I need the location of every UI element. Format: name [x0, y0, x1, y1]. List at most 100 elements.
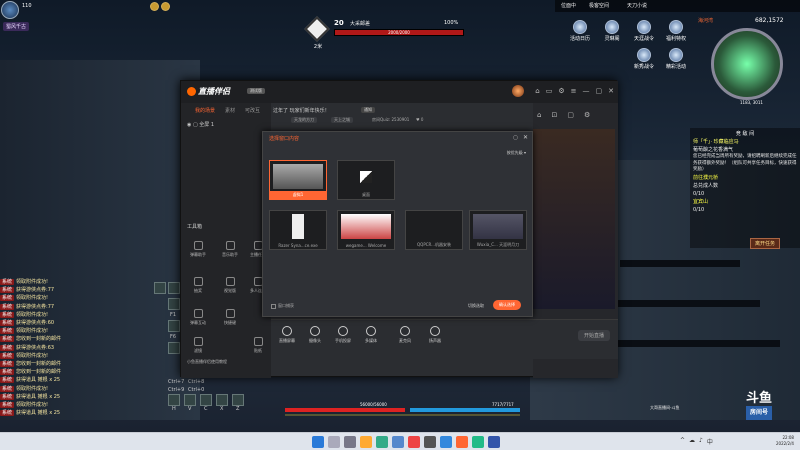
buff-icon[interactable]: [150, 2, 159, 11]
player-frame[interactable]: 110 蜀风千古: [0, 0, 60, 34]
source-media[interactable]: 多媒体: [357, 326, 385, 344]
tool-filter[interactable]: 滤镜: [185, 337, 211, 354]
top-tab-0[interactable]: 位面中: [561, 2, 576, 9]
tool-interact[interactable]: 弹幕互动: [185, 309, 211, 326]
tray-expand-icon[interactable]: ^: [680, 437, 685, 446]
chat-log[interactable]: 系统 领取附件成功! 系统 获得游侠点券:77 系统 领取附件成功! 系统 获得游侠点券:77…: [0, 278, 160, 417]
skill-slot[interactable]: [232, 394, 244, 406]
preview-area[interactable]: [533, 129, 615, 309]
window-option[interactable]: wegame... Welcome: [337, 210, 395, 250]
minimize-icon[interactable]: —: [583, 87, 590, 95]
sort-select[interactable]: 按优先级 ▾: [507, 150, 526, 156]
task-view-icon[interactable]: [344, 436, 356, 448]
title-pill[interactable]: 天龙的方刀: [291, 117, 317, 123]
quest-tracker[interactable]: 竞 敌 间 师「千」· 珍藏临应马 葡萄酿之花香满气 您已经完成当周所有奖励，请…: [690, 128, 800, 248]
capture-checkbox[interactable]: 窗口捕获: [271, 303, 294, 309]
top-tab-1[interactable]: 极客空间: [589, 2, 609, 9]
window-option[interactable]: Razer Syna...ce.exe: [269, 210, 327, 250]
home-icon[interactable]: ⌂: [537, 111, 541, 119]
boss-name: 大采邮差: [350, 21, 371, 27]
money-value: 682,1572: [755, 17, 784, 24]
leave-quest-button[interactable]: 离开任务: [750, 238, 781, 249]
cloud-icon[interactable]: ☁: [689, 437, 695, 446]
skill-slot[interactable]: [168, 394, 180, 406]
player-avatar[interactable]: [1, 1, 19, 19]
boss-hp-bar: 2000/2000: [334, 29, 464, 36]
skill-slot[interactable]: [216, 394, 228, 406]
maximize-icon[interactable]: ▢: [596, 87, 603, 95]
source-screen[interactable]: 直播屏幕: [273, 326, 301, 344]
shortcut-welfare[interactable]: 福利特权: [662, 20, 690, 42]
game-icon[interactable]: [424, 436, 436, 448]
tool-lottery[interactable]: 抽奖: [185, 277, 211, 294]
tab-my-scene[interactable]: 我的场景: [195, 107, 215, 114]
capture-icon[interactable]: ⊡: [551, 111, 557, 119]
notice-button[interactable]: 通知: [361, 107, 375, 113]
window-option[interactable]: 虚拟1: [269, 160, 327, 200]
close-icon[interactable]: ✕: [608, 87, 614, 95]
skill-slot[interactable]: [168, 298, 180, 310]
app-titlebar[interactable]: 直播伴侣 测试版 ⌂ ▭ ⚙ ≡ — ▢ ✕: [181, 81, 618, 103]
window-icon[interactable]: ▢: [567, 111, 574, 119]
skill-slot[interactable]: [154, 282, 166, 294]
quest-sub[interactable]: 前往濮元桥: [693, 174, 797, 182]
wechat-icon[interactable]: [472, 436, 484, 448]
edge-icon[interactable]: [376, 436, 388, 448]
explorer-icon[interactable]: [360, 436, 372, 448]
tool-music[interactable]: 音乐助手: [217, 241, 243, 258]
window-icon[interactable]: ▭: [546, 87, 553, 95]
user-avatar[interactable]: [512, 85, 524, 97]
skill-slot[interactable]: [168, 342, 180, 354]
tool-sticker[interactable]: 贴纸: [245, 337, 271, 354]
tool-visual[interactable]: 视觉版: [217, 277, 243, 294]
shortcut-pavilion[interactable]: 灵琳阁: [598, 20, 626, 42]
start-live-button[interactable]: 开始直播: [578, 330, 611, 341]
source-phone[interactable]: 手机投屏: [329, 326, 357, 344]
volume-icon[interactable]: ♪: [699, 437, 703, 446]
switch-select-button[interactable]: 切换选取: [468, 303, 484, 309]
stream-app-icon[interactable]: [456, 436, 468, 448]
windows-start-icon[interactable]: [312, 436, 324, 448]
tab-interactive[interactable]: 可改互: [245, 107, 260, 114]
shortcut-battlepass[interactable]: 天涯战令: [630, 20, 658, 42]
top-tab-2[interactable]: 天刀小说: [627, 2, 647, 9]
skill-slot[interactable]: [168, 282, 180, 294]
source-camera[interactable]: 摄像头: [301, 326, 329, 344]
help-icon[interactable]: ○: [513, 134, 518, 141]
close-icon[interactable]: ✕: [523, 134, 528, 141]
window-select-dialog[interactable]: 选择窗口内容 ○ ✕ 按优先级 ▾ 虚拟1 桌面 Razer Syna...ce…: [262, 131, 533, 317]
tool-hotkey[interactable]: 快捷键: [217, 309, 243, 326]
shortcut-rookie-pass[interactable]: 新秀战令: [630, 48, 658, 70]
skill-slot[interactable]: [168, 320, 180, 332]
skill-slot[interactable]: [200, 394, 212, 406]
window-option[interactable]: QQPCR...机器安装: [405, 210, 463, 250]
window-option[interactable]: 桌面: [337, 160, 395, 200]
tutorial-link[interactable]: 小鱼直播伴侣使用教程: [187, 359, 227, 365]
tool-danmu[interactable]: 弹幕助手: [185, 241, 211, 258]
mic-control[interactable]: 麦克风: [391, 326, 419, 344]
tab-material[interactable]: 素材: [225, 107, 235, 114]
quest-sub[interactable]: 宜宾山: [693, 198, 797, 206]
window-option[interactable]: Wuxia_C... 天涯明月刀: [469, 210, 527, 250]
speaker-control[interactable]: 扬声器: [421, 326, 449, 344]
shortcut-events[interactable]: 精彩活动: [662, 48, 690, 70]
scene-item[interactable]: ◉ ▢ 全屏 1: [187, 121, 214, 128]
qq-icon[interactable]: [440, 436, 452, 448]
clock[interactable]: 22:08 2022/2/4: [776, 435, 794, 447]
chrome-icon[interactable]: [408, 436, 420, 448]
gear-icon[interactable]: ⚙: [584, 111, 590, 119]
confirm-select-button[interactable]: 确认选择: [493, 300, 521, 310]
minimap[interactable]: [711, 28, 783, 100]
steam-icon[interactable]: [488, 436, 500, 448]
chat-tag: 系统: [0, 402, 15, 409]
search-icon[interactable]: [328, 436, 340, 448]
ime-icon[interactable]: 中: [707, 437, 713, 446]
home-icon[interactable]: ⌂: [535, 87, 539, 95]
shortcut-calendar[interactable]: 活动日历: [566, 20, 594, 42]
store-icon[interactable]: [392, 436, 404, 448]
skill-slot[interactable]: [184, 394, 196, 406]
buff-icon[interactable]: [161, 2, 170, 11]
menu-icon[interactable]: ≡: [571, 87, 577, 95]
gear-icon[interactable]: ⚙: [558, 87, 564, 95]
title-pill[interactable]: 天上之城: [331, 117, 353, 123]
